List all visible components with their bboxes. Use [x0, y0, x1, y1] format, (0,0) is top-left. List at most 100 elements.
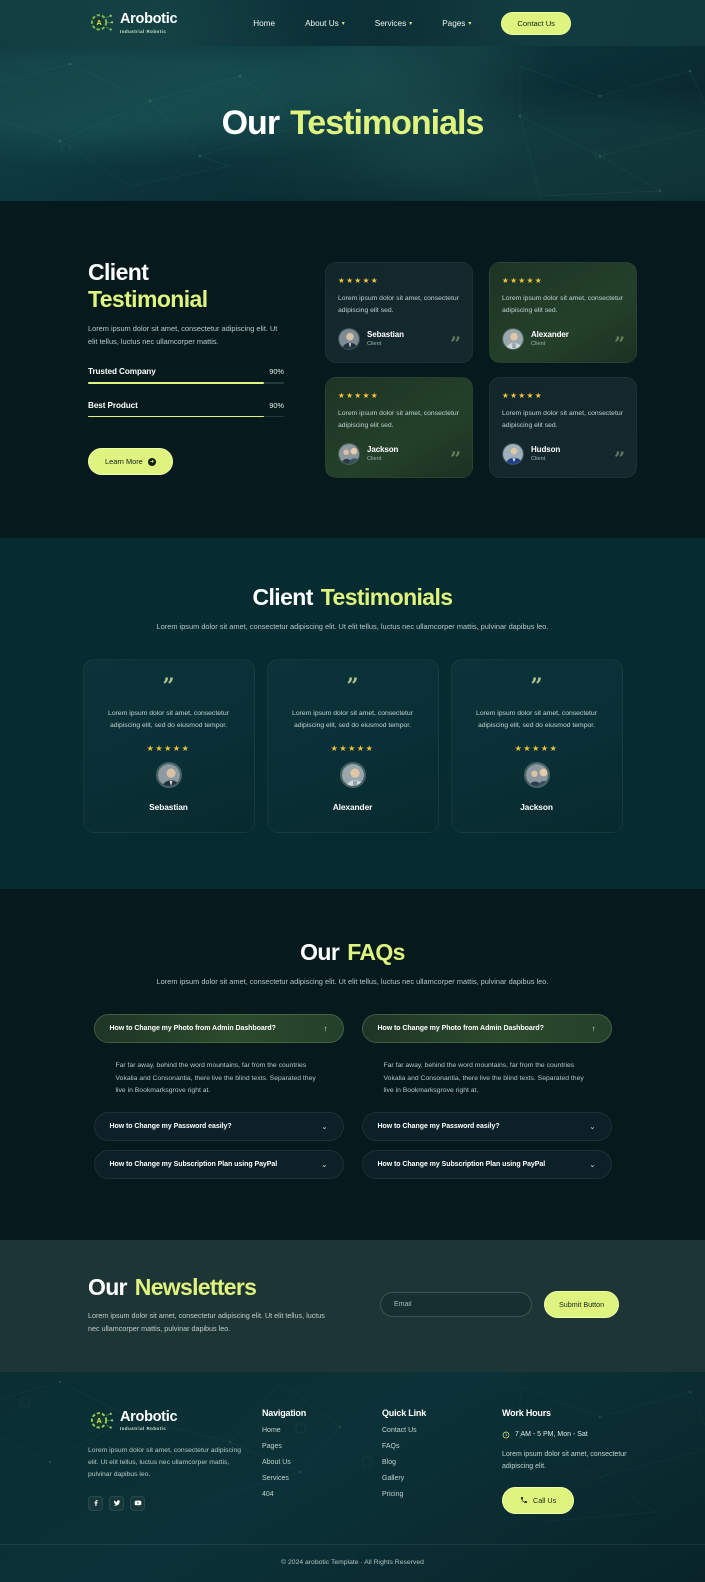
footer-quicklink-column: Quick Link Contact Us FAQs Blog Gallery … — [382, 1408, 502, 1514]
faq-question: How to Change my Subscription Plan using… — [377, 1160, 546, 1168]
testimonial-carousel: ” Lorem ipsum dolor sit amet, consectetu… — [0, 659, 705, 833]
footer-link-faqs[interactable]: FAQs — [382, 1443, 502, 1450]
nav-item-services[interactable]: Services ▾ — [375, 19, 412, 28]
footer-link-404[interactable]: 404 — [262, 1491, 382, 1498]
testimonial-card[interactable]: ★★★★★ Lorem ipsum dolor sit amet, consec… — [325, 376, 473, 478]
contact-us-button[interactable]: Contact Us — [501, 11, 571, 35]
footer-link-about-us[interactable]: About Us — [262, 1459, 382, 1466]
testimonial-text: Lorem ipsum dolor sit amet, consectetur … — [502, 295, 623, 314]
faq-column-left: How to Change my Photo from Admin Dashbo… — [93, 1014, 344, 1188]
heading-white: Client — [252, 583, 314, 610]
facebook-icon[interactable] — [88, 1495, 103, 1511]
hero-title-accent: Testimonials — [290, 104, 484, 142]
social-links — [88, 1495, 253, 1511]
testimonial-card[interactable]: ★★★★★ Lorem ipsum dolor sit amet, consec… — [489, 376, 637, 478]
chevron-down-icon: ▾ — [468, 20, 472, 27]
progress-percent: 90% — [269, 367, 284, 377]
faq-question: How to Change my Subscription Plan using… — [109, 1160, 278, 1168]
quote-icon: ” — [346, 673, 359, 699]
nav-item-about-us[interactable]: About Us ▾ — [305, 19, 345, 28]
quote-icon: ” — [614, 447, 625, 470]
footer-link-services[interactable]: Services — [262, 1475, 382, 1482]
page-title: Our Testimonials — [222, 104, 485, 143]
progress-label: Best Product — [88, 400, 138, 410]
progress-fill — [88, 382, 265, 384]
heading-white: Client — [88, 259, 149, 285]
main-navigation: Home About Us ▾ Services ▾ Pages ▾ — [253, 19, 471, 28]
heading-white: Our — [300, 938, 340, 965]
faq-item[interactable]: How to Change my Photo from Admin Dashbo… — [361, 1014, 612, 1044]
testimonial-card-grid: ★★★★★ Lorem ipsum dolor sit amet, consec… — [325, 259, 637, 478]
progress-row: Best Product 90% — [88, 401, 284, 418]
footer-link-home[interactable]: Home — [262, 1427, 382, 1434]
section-heading: Our FAQs — [300, 939, 405, 966]
testimonial-text: Lorem ipsum dolor sit amet, consectetur … — [338, 409, 459, 429]
faq-item[interactable]: How to Change my Password easily? ⌄ — [361, 1111, 612, 1141]
faq-section: Our FAQs Lorem ipsum dolor sit amet, con… — [0, 888, 705, 1240]
quote-icon: ” — [450, 447, 461, 470]
rating-stars: ★★★★★ — [514, 743, 559, 753]
footer-link-gallery[interactable]: Gallery — [382, 1475, 502, 1482]
progress-fill — [88, 415, 265, 418]
testimonial-text: Lorem ipsum dolor sit amet, consectetur … — [108, 710, 229, 730]
newsletter-intro: Our Newsletters Lorem ipsum dolor sit am… — [88, 1274, 338, 1336]
faq-item[interactable]: How to Change my Subscription Plan using… — [361, 1149, 612, 1179]
submit-button[interactable]: Submit Button — [544, 1291, 620, 1319]
faq-question: How to Change my Password easily? — [377, 1122, 500, 1130]
section-heading: Client Testimonial — [88, 259, 284, 313]
brand-logo[interactable]: A Arobotic Industrial Robotic — [88, 10, 178, 36]
work-hours-time: 7 AM - 5 PM, Mon - Sat — [515, 1431, 588, 1439]
twitter-icon[interactable] — [109, 1495, 124, 1511]
footer-link-pricing[interactable]: Pricing — [382, 1491, 502, 1498]
footer-brand-tagline: Industrial Robotic — [120, 1426, 167, 1432]
nav-item-pages[interactable]: Pages ▾ — [442, 19, 471, 28]
avatar — [339, 761, 366, 788]
quote-icon: ” — [614, 332, 625, 355]
progress-track — [88, 382, 284, 384]
email-input[interactable] — [380, 1292, 532, 1318]
arrow-right-icon: ➜ — [147, 457, 156, 466]
testimonial-quote-card[interactable]: ” Lorem ipsum dolor sit amet, consectetu… — [266, 659, 439, 833]
newsletter-section: Our Newsletters Lorem ipsum dolor sit am… — [0, 1239, 705, 1372]
faq-answer: Far far away, behind the word mountains,… — [383, 1062, 584, 1095]
progress-label: Trusted Company — [88, 367, 156, 377]
faq-question: How to Change my Photo from Admin Dashbo… — [109, 1025, 276, 1033]
site-header: A Arobotic Industrial Robotic Home About… — [0, 0, 705, 46]
footer-bottom-bar: © 2024 arobotic Template · All Rights Re… — [0, 1543, 705, 1582]
avatar — [155, 761, 182, 788]
footer-link-pages[interactable]: Pages — [262, 1443, 382, 1450]
youtube-icon[interactable] — [130, 1495, 145, 1511]
learn-more-button[interactable]: Learn More ➜ — [88, 448, 173, 476]
testimonial-quote-card[interactable]: ” Lorem ipsum dolor sit amet, consectetu… — [450, 659, 623, 833]
author-name: Sebastian — [149, 801, 188, 812]
testimonial-card[interactable]: ★★★★★ Lorem ipsum dolor sit amet, consec… — [489, 262, 637, 363]
rating-stars: ★★★★★ — [330, 743, 375, 753]
author-name: Jackson — [367, 445, 399, 455]
testimonial-quote-card[interactable]: ” Lorem ipsum dolor sit amet, consectetu… — [82, 659, 255, 833]
author-name: Alexander — [332, 801, 373, 812]
faq-question: How to Change my Password easily? — [109, 1122, 232, 1130]
footer-link-contact-us[interactable]: Contact Us — [382, 1427, 502, 1434]
phone-icon — [521, 1497, 527, 1504]
call-us-button[interactable]: Call Us — [502, 1486, 575, 1514]
quote-icon: ” — [530, 673, 543, 699]
skill-bars: Trusted Company 90% Best Product 90% — [88, 367, 284, 418]
footer-link-blog[interactable]: Blog — [382, 1459, 502, 1466]
svg-text:A: A — [96, 1417, 101, 1425]
section-subtitle: Lorem ipsum dolor sit amet, consectetur … — [156, 621, 549, 631]
gear-a-logo-icon: A — [88, 1408, 114, 1434]
testimonial-card[interactable]: ★★★★★ Lorem ipsum dolor sit amet, consec… — [325, 262, 473, 363]
faq-item[interactable]: How to Change my Password easily? ⌄ — [93, 1111, 344, 1141]
author-name: Sebastian — [367, 330, 404, 340]
faq-item[interactable]: How to Change my Photo from Admin Dashbo… — [93, 1014, 344, 1044]
faq-item[interactable]: How to Change my Subscription Plan using… — [93, 1149, 344, 1179]
author-role: Client — [367, 456, 382, 463]
nav-label: Services — [374, 18, 407, 28]
gear-a-logo-icon: A — [88, 10, 114, 36]
chevron-down-icon: ⌄ — [589, 1159, 596, 1169]
call-us-label: Call Us — [533, 1495, 557, 1505]
footer-description: Lorem ipsum dolor sit amet, consectetur … — [88, 1446, 241, 1479]
footer-brand-logo[interactable]: A Arobotic Industrial Robotic — [88, 1408, 253, 1434]
nav-item-home[interactable]: Home — [253, 19, 275, 28]
faq-columns: How to Change my Photo from Admin Dashbo… — [0, 1014, 705, 1188]
